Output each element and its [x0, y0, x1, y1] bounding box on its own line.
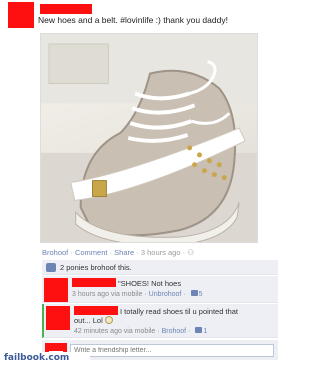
comment-meta: 42 minutes ago via mobile · Brohoof · 1 [74, 327, 207, 335]
thumbs-up-icon [190, 290, 198, 296]
post-photo[interactable] [40, 33, 258, 243]
thumbs-up-icon [195, 327, 203, 333]
post-timestamp[interactable]: 3 hours ago [141, 248, 181, 257]
brohoof-link[interactable]: Brohoof [162, 328, 187, 335]
comment-item: I totally read shoes til u pointed that … [42, 304, 278, 338]
commenter-avatar-redacted[interactable] [44, 278, 68, 302]
share-link[interactable]: Share [114, 248, 134, 257]
write-comment-input[interactable] [70, 344, 274, 357]
comment-text: I totally read shoes til u pointed that [120, 307, 238, 316]
post-text: New hoes and a belt. #lovinlife :) thank… [38, 15, 228, 25]
poster-avatar-redacted[interactable] [8, 2, 34, 28]
site-name: failbook.com [4, 353, 70, 363]
unbrohoof-link[interactable]: Unbrohoof [149, 291, 182, 298]
comment-text-line: "SHOES! Not hoes [72, 278, 181, 288]
separator-dot: · [188, 328, 193, 335]
comment-link[interactable]: Comment [75, 248, 108, 257]
smiley-icon [104, 316, 113, 324]
comment-text-line: I totally read shoes til u pointed that [74, 306, 238, 316]
commenter-name-redacted[interactable] [72, 278, 116, 287]
commenter-avatar-redacted[interactable] [46, 306, 70, 330]
separator-dot: · [183, 291, 188, 298]
likes-summary: 2 ponies brohoof this. [42, 260, 278, 275]
comment-meta: 3 hours ago via mobile · Unbrohoof · 5 [72, 290, 203, 298]
people-icon: ⚇ [187, 248, 194, 257]
comment-time[interactable]: 42 minutes ago via mobile [74, 328, 155, 335]
comment-like-count[interactable]: 5 [199, 291, 203, 298]
comment-text: out... Lol [74, 316, 103, 325]
commenter-name-redacted[interactable] [74, 306, 118, 315]
comment-like-count[interactable]: 1 [203, 328, 207, 335]
comment-item: "SHOES! Not hoes 3 hours ago via mobile … [42, 276, 278, 303]
likes-text[interactable]: 2 ponies brohoof this. [60, 263, 132, 272]
poster-name-redacted[interactable] [40, 4, 92, 14]
site-watermark: failbook.com [0, 352, 90, 365]
thumbs-up-icon [46, 263, 56, 272]
post-action-bar: Brohoof · Comment · Share · 3 hours ago … [42, 248, 194, 257]
comment-time[interactable]: 3 hours ago via mobile [72, 291, 142, 298]
comment-text-line: out... Lol [74, 316, 113, 325]
sneaker-photo-illustration [41, 34, 257, 242]
brohoof-link[interactable]: Brohoof [42, 248, 68, 257]
comment-text: "SHOES! Not hoes [118, 279, 182, 288]
